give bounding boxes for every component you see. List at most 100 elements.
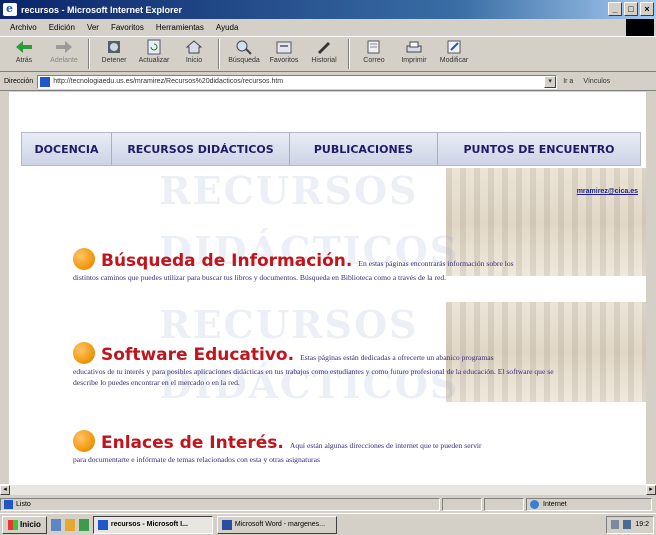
section-title-link[interactable]: Enlaces de Interés.	[101, 433, 284, 453]
windows-flag-icon	[8, 519, 18, 530]
window-title-bar[interactable]: recursos - Microsoft Internet Explorer _…	[0, 0, 656, 19]
zone-label: Internet	[543, 500, 567, 508]
refresh-button[interactable]: Actualizar	[134, 39, 174, 71]
mail-label: Correo	[363, 57, 385, 64]
taskbar-item-ie[interactable]: recursos - Microsoft I...	[92, 515, 213, 534]
toolbar-separator	[218, 39, 220, 69]
section-text: Estas páginas están dedicadas a ofrecert…	[300, 353, 494, 362]
edit-icon	[447, 40, 461, 54]
orange-bullet-icon	[73, 248, 95, 270]
mail-button[interactable]: Correo	[354, 39, 394, 71]
go-button[interactable]: Ir a	[563, 78, 573, 85]
forward-button[interactable]: Adelante	[44, 39, 84, 71]
edit-button[interactable]: Modificar	[434, 39, 474, 71]
horizontal-scrollbar[interactable]: ◂ ▸	[0, 484, 656, 495]
links-button[interactable]: Vínculos	[583, 78, 610, 85]
scroll-left-icon[interactable]: ◂	[0, 485, 10, 495]
web-page: RECURSOS DIDÁCTICOS RECURSOS DIDÁCTICOS …	[9, 92, 646, 484]
taskbar: Inicio recursos - Microsoft I... Microso…	[0, 513, 656, 535]
page-status-icon	[4, 499, 13, 509]
menu-edicion[interactable]: Edición	[49, 23, 75, 32]
status-text-cell: Listo	[0, 497, 440, 511]
nav-publicaciones[interactable]: PUBLICACIONES	[290, 133, 438, 165]
status-bar: Listo Internet	[0, 496, 656, 512]
ie-task-icon	[97, 519, 108, 530]
nav-puntos-de-encuentro[interactable]: PUNTOS DE ENCUENTRO	[438, 133, 640, 165]
email-link[interactable]: mramirez@cica.es	[577, 188, 638, 195]
zone-cell: Internet	[526, 497, 652, 511]
history-button[interactable]: Historial	[304, 39, 344, 71]
print-label: Imprimir	[401, 57, 427, 64]
refresh-icon	[147, 39, 161, 55]
status-cell	[442, 497, 482, 511]
start-button[interactable]: Inicio	[2, 515, 47, 534]
back-arrow-icon	[16, 41, 32, 53]
print-button[interactable]: Imprimir	[394, 39, 434, 71]
close-button[interactable]: ×	[640, 2, 654, 16]
left-gutter	[0, 92, 9, 484]
section-text: para documentarte e infórmate de temas r…	[73, 455, 320, 464]
refresh-label: Actualizar	[138, 57, 170, 64]
nav-recursos-didacticos[interactable]: RECURSOS DIDÁCTICOS	[112, 133, 290, 165]
history-label: Historial	[311, 57, 337, 64]
internet-explorer-icon	[3, 2, 17, 16]
toolbar-separator	[88, 39, 90, 69]
section-busqueda: Búsqueda de Información. En estas página…	[73, 244, 593, 283]
print-icon	[406, 41, 422, 53]
search-label: Búsqueda	[228, 57, 260, 64]
taskbar-item-word[interactable]: Microsoft Word - margenes...	[216, 515, 337, 534]
section-text: distintos caminos que puedes utilizar pa…	[73, 273, 447, 282]
quicklaunch-icon[interactable]	[50, 518, 61, 531]
search-icon	[236, 40, 252, 55]
address-url: http://tecnologiaedu.us.es/mramirez/Recu…	[53, 78, 284, 85]
window-controls: _ □ ×	[608, 2, 654, 16]
task-label: Microsoft Word - margenes...	[234, 521, 326, 528]
watermark-text: RECURSOS	[159, 168, 419, 213]
stop-icon	[108, 41, 120, 53]
menu-ayuda[interactable]: Ayuda	[216, 23, 239, 32]
vertical-scrollbar[interactable]	[646, 92, 656, 484]
scroll-right-icon[interactable]: ▸	[646, 485, 656, 495]
search-button[interactable]: Búsqueda	[224, 39, 264, 71]
stop-label: Detener	[101, 57, 127, 64]
internet-zone-icon	[530, 499, 539, 509]
favorites-button[interactable]: Favoritos	[264, 39, 304, 71]
clock: 19:2	[635, 521, 649, 528]
section-title-link[interactable]: Software Educativo.	[101, 345, 294, 365]
tray-icon[interactable]	[623, 520, 632, 529]
favorites-label: Favoritos	[269, 57, 299, 64]
tray-icon[interactable]	[611, 520, 620, 529]
home-button[interactable]: Inicio	[174, 39, 214, 71]
maximize-button[interactable]: □	[624, 2, 638, 16]
system-tray: 19:2	[606, 515, 654, 534]
toolbar: Atrás Adelante Detener Actualizar Inicio…	[0, 36, 656, 72]
back-button[interactable]: Atrás	[4, 39, 44, 71]
section-enlaces: Enlaces de Interés. Aquí están algunas d…	[73, 426, 593, 465]
quicklaunch-icon[interactable]	[64, 518, 75, 531]
orange-bullet-icon	[73, 342, 95, 364]
forward-arrow-icon	[56, 41, 72, 53]
section-title-link[interactable]: Búsqueda de Información.	[101, 251, 352, 271]
menu-archivo[interactable]: Archivo	[10, 23, 37, 32]
minimize-button[interactable]: _	[608, 2, 622, 16]
menu-bar: Archivo Edición Ver Favoritos Herramient…	[0, 19, 656, 35]
toolbar-separator	[348, 39, 350, 69]
start-label: Inicio	[20, 520, 41, 529]
back-label: Atrás	[15, 57, 33, 64]
section-text: Aquí están algunas direcciones de intern…	[289, 441, 482, 450]
status-text: Listo	[16, 500, 31, 508]
menu-favoritos[interactable]: Favoritos	[111, 23, 144, 32]
section-text: educativos de tu interés y para posibles…	[73, 367, 554, 387]
favorites-icon	[276, 41, 292, 54]
quicklaunch-icon[interactable]	[78, 518, 89, 531]
task-label: recursos - Microsoft I...	[110, 521, 188, 528]
menu-ver[interactable]: Ver	[87, 23, 99, 32]
address-dropdown-icon[interactable]: ▾	[544, 75, 557, 88]
address-input[interactable]: http://tecnologiaedu.us.es/mramirez/Recu…	[37, 74, 558, 89]
section-text: En estas páginas encontrarás información…	[358, 259, 514, 268]
menu-herramientas[interactable]: Herramientas	[156, 23, 204, 32]
forward-label: Adelante	[50, 57, 78, 64]
edit-label: Modificar	[439, 57, 469, 64]
stop-button[interactable]: Detener	[94, 39, 134, 71]
nav-docencia[interactable]: DOCENCIA	[22, 133, 112, 165]
